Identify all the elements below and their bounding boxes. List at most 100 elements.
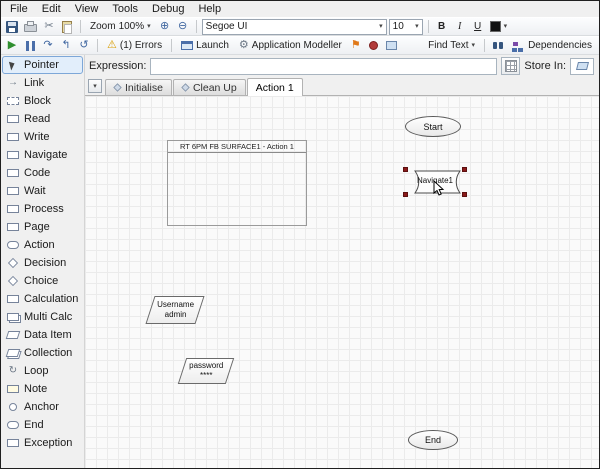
tool-page[interactable]: Page [2, 218, 83, 236]
zoom-in-button[interactable]: ⊕ [157, 19, 173, 35]
reset-button[interactable]: ↺ [76, 38, 92, 54]
pointer-icon [9, 60, 16, 70]
tool-data-item[interactable]: Data Item [2, 326, 83, 344]
tool-block[interactable]: Block [2, 92, 83, 110]
tool-multi-calc[interactable]: Multi Calc [2, 308, 83, 326]
tool-pointer[interactable]: Pointer [2, 56, 83, 74]
menu-bar: File Edit View Tools Debug Help [1, 1, 599, 17]
print-button[interactable] [22, 19, 39, 35]
selection-handle-tr[interactable] [462, 167, 467, 172]
stage-data-item-password[interactable]: password **** [178, 358, 234, 384]
bold-button[interactable]: B [434, 19, 450, 35]
flag-icon: ⚑ [351, 40, 361, 51]
tool-label: Loop [24, 365, 48, 377]
tool-choice[interactable]: Choice [2, 272, 83, 290]
snapshot-button[interactable] [384, 38, 400, 54]
debug-toolbar: ▶ ↷ ↰ ↺ ⚠ (1) Errors Launch ⚙ Applicatio… [1, 36, 599, 55]
cut-button[interactable]: ✂ [41, 19, 57, 35]
font-size-select[interactable]: 10 ▾ [389, 19, 423, 35]
flag-button[interactable]: ⚑ [348, 38, 364, 54]
stage-end[interactable]: End [408, 430, 458, 450]
reset-icon: ↺ [79, 40, 88, 51]
tool-wait[interactable]: Wait [2, 182, 83, 200]
menu-help[interactable]: Help [191, 2, 228, 16]
tool-decision[interactable]: Decision [2, 254, 83, 272]
pause-icon [26, 41, 35, 51]
save-icon [6, 21, 18, 33]
zoom-dropdown[interactable]: Zoom 100% ▾ [86, 19, 155, 35]
breakpoint-icon [369, 41, 378, 50]
tool-link[interactable]: →Link [2, 74, 83, 92]
menu-edit[interactable]: Edit [35, 2, 68, 16]
tool-anchor[interactable]: Anchor [2, 398, 83, 416]
step-out-button[interactable]: ↰ [58, 38, 74, 54]
launch-button[interactable]: Launch [177, 38, 233, 54]
page-icon [181, 83, 189, 91]
color-swatch [490, 21, 501, 32]
tab-list-button[interactable]: ▾ [88, 79, 102, 93]
flow-canvas[interactable]: Start RT 6PM FB SURFACE1 - Action 1 Navi… [85, 96, 599, 468]
step-button[interactable]: ↷ [40, 38, 56, 54]
tool-navigate[interactable]: Navigate [2, 146, 83, 164]
stage-action-block[interactable]: RT 6PM FB SURFACE1 - Action 1 [167, 140, 307, 226]
menu-view[interactable]: View [68, 2, 106, 16]
find-button[interactable] [490, 38, 506, 54]
zoom-out-button[interactable]: ⊖ [175, 19, 191, 35]
expression-editor-button[interactable] [501, 57, 520, 75]
launch-label: Launch [196, 40, 229, 51]
menu-debug[interactable]: Debug [145, 2, 191, 16]
data-item-tag-icon [576, 62, 589, 70]
tool-label: End [24, 419, 44, 431]
write-icon [7, 133, 19, 141]
font-family-select[interactable]: Segoe UI ▾ [202, 19, 387, 35]
pause-button[interactable] [22, 38, 38, 54]
tool-action[interactable]: Action [2, 236, 83, 254]
tool-label: Decision [24, 257, 66, 269]
zoom-label: Zoom [90, 21, 116, 32]
save-button[interactable] [4, 19, 20, 35]
expression-input[interactable] [150, 58, 497, 75]
tool-loop[interactable]: ↻Loop [2, 362, 83, 380]
choice-icon [8, 276, 18, 286]
tool-process[interactable]: Process [2, 200, 83, 218]
chevron-down-icon: ▾ [379, 23, 383, 30]
tool-write[interactable]: Write [2, 128, 83, 146]
dependencies-icon [513, 42, 518, 46]
tool-code[interactable]: Code [2, 164, 83, 182]
tool-label: Note [24, 383, 47, 395]
errors-button[interactable]: ⚠ (1) Errors [103, 38, 166, 54]
run-button[interactable]: ▶ [4, 38, 20, 54]
tool-note[interactable]: Note [2, 380, 83, 398]
collection-icon [6, 349, 21, 357]
tool-end[interactable]: End [2, 416, 83, 434]
selection-handle-bl[interactable] [403, 192, 408, 197]
selection-handle-tl[interactable] [403, 167, 408, 172]
menu-file[interactable]: File [3, 2, 35, 16]
tab-action-1[interactable]: Action 1 [247, 78, 303, 96]
font-color-button[interactable]: ▾ [488, 19, 510, 35]
dependencies-button[interactable]: Dependencies [508, 38, 596, 54]
separator [80, 20, 81, 33]
stage-start[interactable]: Start [405, 116, 461, 137]
expression-label: Expression: [89, 60, 146, 72]
italic-button[interactable]: I [452, 19, 468, 35]
selection-handle-br[interactable] [462, 192, 467, 197]
breakpoint-button[interactable] [366, 38, 382, 54]
paste-button[interactable] [59, 19, 75, 35]
tab-clean-up[interactable]: Clean Up [173, 79, 246, 95]
tool-exception[interactable]: Exception [2, 434, 83, 452]
tool-label: Pointer [24, 59, 59, 71]
gear-icon: ⚙ [239, 40, 249, 51]
tool-read[interactable]: Read [2, 110, 83, 128]
menu-tools[interactable]: Tools [105, 2, 145, 16]
tool-calculation[interactable]: Calculation [2, 290, 83, 308]
store-in-input[interactable] [570, 58, 594, 75]
end-icon [7, 421, 19, 429]
stage-data-item-username[interactable]: Username admin [145, 296, 204, 324]
scissors-icon: ✂ [44, 21, 53, 32]
application-modeller-button[interactable]: ⚙ Application Modeller [235, 38, 346, 54]
tool-collection[interactable]: Collection [2, 344, 83, 362]
find-text-dropdown[interactable]: Find Text ▾ [424, 38, 479, 54]
tab-initialise[interactable]: Initialise [105, 79, 172, 95]
underline-button[interactable]: U [470, 19, 486, 35]
